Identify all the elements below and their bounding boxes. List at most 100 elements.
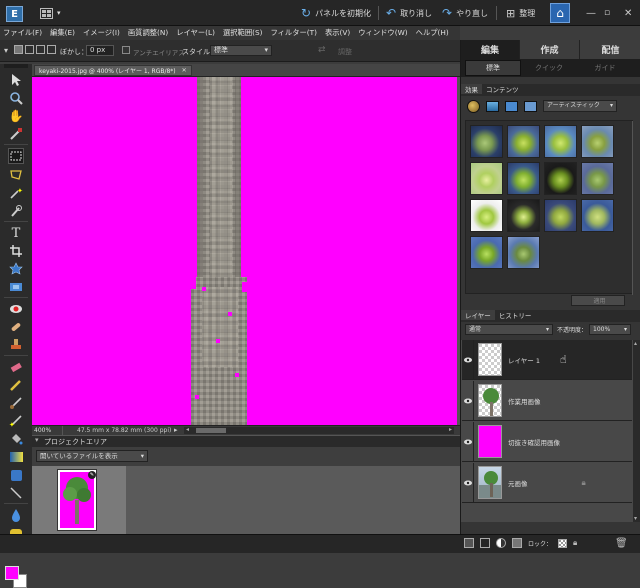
zoom-tool[interactable]	[8, 90, 24, 106]
redo-button[interactable]: ↷ やり直し	[442, 4, 488, 22]
image-canvas[interactable]	[32, 77, 457, 425]
effect-thumb-1[interactable]	[470, 125, 503, 158]
lock-transparent-icon[interactable]	[558, 538, 568, 548]
subtab-quick[interactable]: クイック	[521, 60, 577, 76]
adjustment-layer-icon[interactable]	[496, 538, 506, 548]
effect-thumb-7[interactable]	[544, 162, 577, 195]
new-selection-icon[interactable]	[14, 45, 23, 54]
tab-edit[interactable]: 編集	[461, 40, 519, 59]
organize-button[interactable]: ⊞ 整理	[506, 4, 535, 22]
opacity-input[interactable]: 100% ▾	[589, 324, 631, 335]
menu-layer[interactable]: レイヤー(L)	[176, 28, 215, 38]
layer-mask-icon[interactable]	[512, 538, 522, 548]
document-tab[interactable]: keyaki-2015.jpg @ 400% (レイヤー 1, RGB/8*) …	[34, 65, 192, 76]
menu-filter[interactable]: フィルター(T)	[270, 28, 317, 38]
eraser-tool[interactable]	[8, 359, 24, 375]
effect-thumb-14[interactable]	[507, 236, 540, 269]
blur-tool[interactable]	[8, 507, 24, 523]
close-icon[interactable]: ✕	[182, 67, 187, 74]
reset-panels-button[interactable]: ↻ パネルを初期化	[301, 4, 371, 22]
menu-window[interactable]: ウィンドウ(W)	[358, 28, 407, 38]
tool-preset-icon[interactable]: ▾	[4, 46, 8, 55]
layer-styles-icon[interactable]	[486, 101, 499, 112]
effect-thumb-3[interactable]	[544, 125, 577, 158]
foreground-color-swatch[interactable]	[5, 566, 19, 580]
effect-thumb-12[interactable]	[581, 199, 614, 232]
eye-icon[interactable]	[462, 421, 474, 462]
layer-row-1[interactable]: レイヤー 1 ☝	[462, 339, 632, 380]
layer-row-4[interactable]: 元画像 🔒︎	[462, 462, 632, 503]
tab-share[interactable]: 配信	[579, 40, 640, 59]
clone-stamp-tool[interactable]	[8, 337, 24, 353]
tab-content[interactable]: コンテンツ	[482, 84, 523, 94]
project-thumbnail[interactable]	[58, 470, 96, 530]
blend-mode-select[interactable]: 通常 ▾	[465, 324, 553, 335]
status-menu-arrow-icon[interactable]: ▸	[174, 426, 178, 434]
add-selection-icon[interactable]	[25, 45, 34, 54]
tab-history[interactable]: ヒストリー	[495, 310, 536, 320]
effect-thumb-13[interactable]	[470, 236, 503, 269]
magic-wand-tool[interactable]: ✦	[8, 185, 24, 201]
smart-brush-tool[interactable]: ✦	[8, 413, 24, 429]
brush-tool[interactable]	[8, 395, 24, 411]
paint-bucket-tool[interactable]	[8, 431, 24, 447]
antialias-checkbox[interactable]	[122, 46, 130, 54]
eye-icon[interactable]	[462, 339, 474, 380]
photo-effects-icon[interactable]	[505, 101, 518, 112]
scroll-thumb[interactable]	[196, 428, 226, 433]
filters-icon[interactable]	[467, 100, 480, 113]
menu-select[interactable]: 選択範囲(S)	[223, 28, 263, 38]
quick-selection-tool[interactable]	[8, 203, 24, 219]
all-effects-icon[interactable]	[524, 101, 537, 112]
subtract-selection-icon[interactable]	[36, 45, 45, 54]
menu-enhance[interactable]: 画質調整(N)	[128, 28, 168, 38]
menu-edit[interactable]: 編集(E)	[50, 28, 75, 38]
menu-image[interactable]: イメージ(I)	[83, 28, 120, 38]
intersect-selection-icon[interactable]	[47, 45, 56, 54]
effect-thumb-2[interactable]	[507, 125, 540, 158]
layer-row-2[interactable]: 作業用画像	[462, 380, 632, 421]
eye-icon[interactable]	[462, 380, 474, 421]
refine-edge-button[interactable]: 調整	[338, 47, 352, 57]
new-layer-icon[interactable]	[464, 538, 474, 548]
line-tool[interactable]	[8, 485, 24, 501]
effect-thumb-6[interactable]	[507, 162, 540, 195]
effect-thumb-4[interactable]	[581, 125, 614, 158]
tab-create[interactable]: 作成	[519, 40, 579, 59]
maximize-button[interactable]: ▫	[604, 4, 610, 22]
lock-all-icon[interactable]: 🔒︎	[573, 538, 577, 548]
tab-layers[interactable]: レイヤー	[461, 310, 495, 320]
minimize-button[interactable]: —	[586, 4, 596, 22]
subtab-full[interactable]: 標準	[465, 60, 521, 76]
effect-thumb-10[interactable]	[507, 199, 540, 232]
menu-help[interactable]: ヘルプ(H)	[416, 28, 449, 38]
eye-icon[interactable]	[462, 462, 474, 503]
layers-scrollbar[interactable]: ▴ ▾	[633, 340, 640, 522]
effect-thumb-9[interactable]	[470, 199, 503, 232]
new-group-icon[interactable]	[480, 538, 490, 548]
subtab-guided[interactable]: ガイド	[577, 60, 633, 76]
horizontal-scrollbar[interactable]: ◂ ▸	[184, 426, 454, 434]
lasso-tool[interactable]	[8, 167, 24, 183]
effect-thumb-8[interactable]	[581, 162, 614, 195]
layer-row-3[interactable]: 切抜き確認用画像	[462, 421, 632, 462]
style-select[interactable]: 標準 ▾	[210, 45, 272, 56]
scroll-right-icon[interactable]: ▸	[449, 426, 452, 433]
move-tool[interactable]	[8, 72, 24, 88]
undo-button[interactable]: ↶ 取り消し	[386, 4, 432, 22]
tab-effects[interactable]: 効果	[461, 84, 482, 94]
menu-file[interactable]: ファイル(F)	[3, 28, 42, 38]
hand-tool[interactable]: ✋	[8, 108, 24, 124]
cookie-cutter-tool[interactable]	[8, 261, 24, 277]
marquee-tool[interactable]	[8, 148, 24, 164]
crop-tool[interactable]	[8, 243, 24, 259]
collapse-arrow-icon[interactable]: ▾	[35, 436, 39, 444]
gradient-tool[interactable]	[8, 449, 24, 465]
recompose-tool[interactable]	[8, 279, 24, 295]
eyedropper-tool[interactable]	[8, 126, 24, 142]
trash-icon[interactable]: 🗑︎	[615, 538, 628, 549]
pencil-tool[interactable]	[8, 377, 24, 393]
effects-category-select[interactable]: アーティスティック ▾	[543, 100, 617, 112]
scroll-left-icon[interactable]: ◂	[186, 426, 189, 433]
project-filter-select[interactable]: 開いているファイルを表示 ▾	[36, 450, 148, 462]
